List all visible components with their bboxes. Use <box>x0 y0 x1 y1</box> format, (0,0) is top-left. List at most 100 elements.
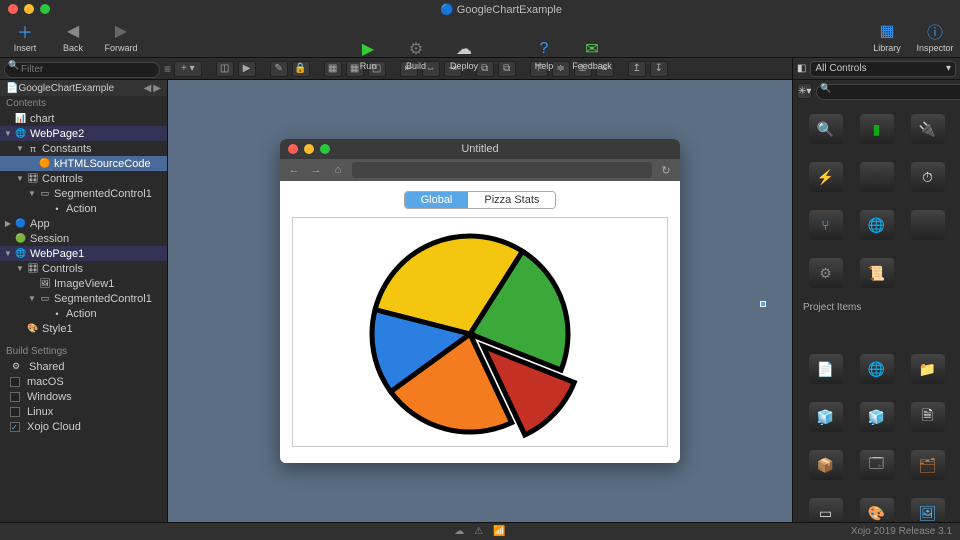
library-item[interactable]: 🧊 <box>803 396 848 438</box>
view-mode-1-button[interactable]: ◫ <box>216 61 234 77</box>
library-button[interactable]: ▦Library <box>870 20 904 53</box>
navigator-item[interactable]: ▼πConstants <box>0 141 167 156</box>
feedback-button[interactable]: ✉Feedback <box>575 38 609 71</box>
library-item[interactable]: 🌐 <box>854 204 899 246</box>
library-search-input[interactable] <box>816 84 960 100</box>
navigator-item[interactable]: 🟠kHTMLSourceCode <box>0 156 167 171</box>
library-item[interactable]: 🗎 <box>905 396 950 438</box>
navigator-item[interactable]: 🟢Session <box>0 231 167 246</box>
navigator-item[interactable]: 🖼ImageView1 <box>0 276 167 291</box>
build-target-item[interactable]: macOS <box>0 374 167 389</box>
build-target-item[interactable]: Xojo Cloud <box>0 419 167 434</box>
nav-forward-button[interactable]: → <box>308 162 324 178</box>
disclosure-icon[interactable]: ▼ <box>28 294 36 303</box>
preview-window[interactable]: Untitled ← → ⌂ ↻ GlobalPizza Stats <box>280 139 680 463</box>
segment-pizza-stats[interactable]: Pizza Stats <box>468 192 555 208</box>
library-category-select[interactable]: All Controls▾ <box>810 61 956 77</box>
library-item[interactable] <box>905 204 950 246</box>
disclosure-icon[interactable]: ▼ <box>4 249 12 258</box>
library-item[interactable]: ⚙ <box>803 252 848 294</box>
build-target-item[interactable]: Windows <box>0 389 167 404</box>
disclosure-icon[interactable]: ▶ <box>4 219 12 228</box>
url-field[interactable] <box>352 162 652 178</box>
library-item[interactable]: 🎨 <box>854 492 899 522</box>
project-header[interactable]: 📄 GoogleChartExample ◀▶ <box>0 80 167 96</box>
library-panel-icon[interactable]: ◧ <box>797 63 806 74</box>
edit-button[interactable]: ✎ <box>270 61 288 77</box>
help-button[interactable]: ?Help <box>527 38 561 71</box>
disclosure-icon[interactable]: ▼ <box>16 144 24 153</box>
layout-canvas[interactable]: Untitled ← → ⌂ ↻ GlobalPizza Stats <box>168 80 792 522</box>
segmented-control[interactable]: GlobalPizza Stats <box>292 191 668 209</box>
library-options-button[interactable]: ✳︎▾ <box>797 83 812 99</box>
navigator-item[interactable]: ▶🔵App <box>0 216 167 231</box>
nav-reload-button[interactable]: ↻ <box>658 162 674 178</box>
nav-home-button[interactable]: ⌂ <box>330 162 346 178</box>
library-item[interactable]: 🗔 <box>854 444 899 486</box>
library-item[interactable]: 🖼 <box>905 492 950 522</box>
library-item[interactable]: 🔌 <box>905 108 950 150</box>
forward-button[interactable]: ▶Forward <box>104 20 138 53</box>
library-item[interactable]: ▭ <box>803 492 848 522</box>
checkbox-icon[interactable] <box>10 422 20 432</box>
nav-back-icon[interactable]: ◀ <box>144 83 152 94</box>
cloud-sync-icon[interactable]: ☁ <box>454 526 464 537</box>
disclosure-icon[interactable]: ▼ <box>28 189 36 198</box>
view-mode-2-button[interactable]: ▶ <box>238 61 256 77</box>
deploy-button[interactable]: ☁Deploy <box>447 38 481 71</box>
insert-button[interactable]: ＋Insert <box>8 20 42 53</box>
navigator-item[interactable]: ▼▭SegmentedControl1 <box>0 291 167 306</box>
zoom-window-icon[interactable] <box>40 4 50 14</box>
navigator-item[interactable]: 🎨Style1 <box>0 321 167 336</box>
library-item[interactable]: 📜 <box>854 252 899 294</box>
library-item[interactable]: ⚡ <box>803 156 848 198</box>
library-item[interactable]: ◎ <box>854 156 899 198</box>
build-target-item[interactable]: Linux <box>0 404 167 419</box>
selection-handle-icon[interactable] <box>760 301 766 307</box>
navigator-item[interactable]: ▼🎛Controls <box>0 171 167 186</box>
order2-button[interactable]: ↧ <box>650 61 668 77</box>
add-button[interactable]: + ▾ <box>174 61 202 77</box>
disclosure-icon[interactable]: ▼ <box>16 264 24 273</box>
library-item[interactable]: ⑂ <box>803 204 848 246</box>
library-item[interactable]: 📦 <box>803 444 848 486</box>
disclosure-icon[interactable]: ▼ <box>16 174 24 183</box>
close-window-icon[interactable] <box>8 4 18 14</box>
build-button[interactable]: ⚙Build <box>399 38 433 71</box>
grid1-button[interactable]: ▦ <box>324 61 342 77</box>
library-item[interactable]: ▮ <box>854 108 899 150</box>
navigator-item[interactable]: 📊chart <box>0 111 167 126</box>
inspector-button[interactable]: ⓘInspector <box>918 20 952 53</box>
navigator-item[interactable]: ▼▭SegmentedControl1 <box>0 186 167 201</box>
navigator-item[interactable]: •Action <box>0 201 167 216</box>
navigator-item[interactable]: ▼🌐WebPage2 <box>0 126 167 141</box>
library-item[interactable]: 🌐 <box>854 348 899 390</box>
library-item[interactable]: 🧊 <box>854 396 899 438</box>
checkbox-icon[interactable] <box>10 392 20 402</box>
nav-fwd-icon[interactable]: ▶ <box>153 83 161 94</box>
library-item[interactable]: 🔍 <box>803 108 848 150</box>
library-item[interactable]: 📄 <box>803 348 848 390</box>
zoom-icon[interactable] <box>320 144 330 154</box>
nav-back-button[interactable]: ← <box>286 162 302 178</box>
navigator-item[interactable]: ▼🌐WebPage1 <box>0 246 167 261</box>
lock-button[interactable]: 🔒 <box>292 61 310 77</box>
build-target-item[interactable]: ⚙Shared <box>0 359 167 374</box>
library-item[interactable]: 📁 <box>905 348 950 390</box>
checkbox-icon[interactable] <box>10 377 20 387</box>
library-item[interactable]: 🗂 <box>905 444 950 486</box>
filter-input[interactable] <box>4 62 160 78</box>
warning-icon[interactable]: ⚠ <box>474 526 483 537</box>
back-button[interactable]: ◀Back <box>56 20 90 53</box>
wifi-icon[interactable]: 📶 <box>493 526 505 537</box>
library-item[interactable]: ⏱ <box>905 156 950 198</box>
close-icon[interactable] <box>288 144 298 154</box>
order1-button[interactable]: ↥ <box>628 61 646 77</box>
navigator-item[interactable]: •Action <box>0 306 167 321</box>
segment-global[interactable]: Global <box>405 192 469 208</box>
checkbox-icon[interactable] <box>10 407 20 417</box>
run-button[interactable]: ▶Run <box>351 38 385 71</box>
navigator-item[interactable]: ▼🎛Controls <box>0 261 167 276</box>
minimize-window-icon[interactable] <box>24 4 34 14</box>
disclosure-icon[interactable]: ▼ <box>4 129 12 138</box>
